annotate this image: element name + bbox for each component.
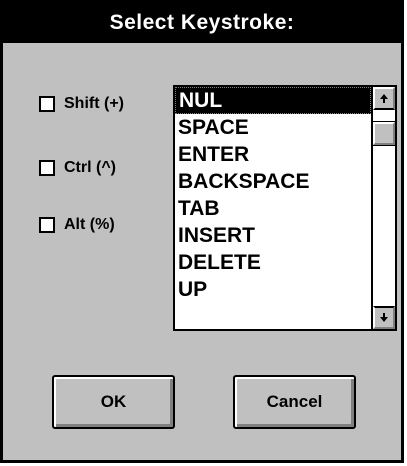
ok-button[interactable]: OK	[52, 375, 175, 429]
scroll-thumb[interactable]	[372, 121, 396, 146]
alt-checkbox-label: Alt (%)	[64, 216, 115, 233]
alt-checkbox-box[interactable]	[39, 217, 55, 233]
list-item-delete[interactable]: DELETE	[175, 249, 371, 276]
ctrl-checkbox-box[interactable]	[39, 160, 55, 176]
keystroke-list: NUL SPACE ENTER BACKSPACE TAB INSERT DEL…	[175, 87, 371, 329]
list-item-space[interactable]: SPACE	[175, 114, 371, 141]
cancel-button[interactable]: Cancel	[233, 375, 356, 429]
ctrl-checkbox-label: Ctrl (^)	[64, 159, 116, 176]
vertical-scrollbar[interactable]	[371, 87, 396, 329]
select-keystroke-dialog: Select Keystroke: Shift (+) Ctrl (^) Alt…	[0, 0, 404, 463]
shift-checkbox[interactable]: Shift (+)	[39, 93, 124, 115]
shift-checkbox-box[interactable]	[39, 96, 55, 112]
list-item-nul[interactable]: NUL	[175, 87, 371, 114]
list-item-enter[interactable]: ENTER	[175, 141, 371, 168]
list-item-insert[interactable]: INSERT	[175, 222, 371, 249]
keystroke-listbox[interactable]: NUL SPACE ENTER BACKSPACE TAB INSERT DEL…	[173, 85, 397, 331]
list-item-backspace[interactable]: BACKSPACE	[175, 168, 371, 195]
list-item-tab[interactable]: TAB	[175, 195, 371, 222]
shift-checkbox-label: Shift (+)	[64, 95, 124, 112]
dialog-client-area: Shift (+) Ctrl (^) Alt (%) NUL SPACE ENT…	[3, 43, 401, 460]
scroll-down-button[interactable]	[373, 306, 395, 329]
list-item-up[interactable]: UP	[175, 276, 371, 303]
alt-checkbox[interactable]: Alt (%)	[39, 214, 115, 236]
dialog-title: Select Keystroke:	[3, 3, 401, 43]
ctrl-checkbox[interactable]: Ctrl (^)	[39, 157, 116, 179]
scroll-up-button[interactable]	[373, 87, 395, 110]
